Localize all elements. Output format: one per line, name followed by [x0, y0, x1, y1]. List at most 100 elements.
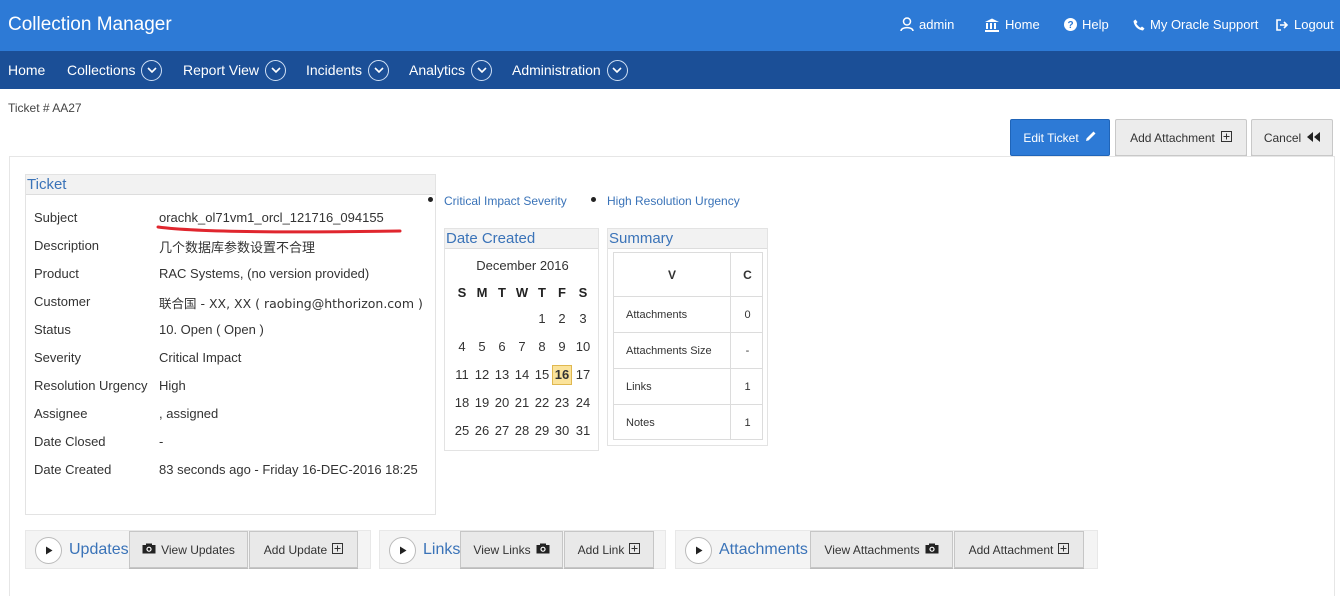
calendar-day[interactable]: 3	[573, 309, 593, 329]
add-link-label: Add Link	[577, 542, 625, 557]
camera-icon	[925, 543, 939, 557]
home-link[interactable]: Home	[984, 17, 1040, 32]
calendar-day[interactable]: 17	[573, 365, 593, 385]
plus-square-icon	[1220, 130, 1232, 145]
chevron-down-icon[interactable]	[368, 59, 390, 81]
calendar-day-today[interactable]: 16	[552, 365, 572, 385]
nav-analytics-label: Analytics	[409, 62, 466, 78]
calendar-day[interactable]: 18	[452, 393, 472, 413]
help-link[interactable]: ? Help	[1064, 17, 1109, 32]
view-links-button[interactable]: View Links	[460, 531, 563, 568]
calendar-day[interactable]: 26	[472, 421, 492, 441]
summary-title: Summary	[608, 229, 767, 249]
severity-label: Severity	[34, 350, 81, 365]
calendar-day[interactable]: 11	[452, 365, 472, 385]
calendar-day[interactable]: 23	[552, 393, 572, 413]
edit-ticket-label: Edit Ticket	[1023, 130, 1079, 145]
nav-analytics[interactable]: Analytics	[409, 51, 493, 89]
add-attachment-button[interactable]: Add Attachment	[1115, 119, 1247, 156]
links-section: Links View Links Add Link	[379, 530, 666, 569]
calendar-day[interactable]: 8	[532, 337, 552, 357]
calendar-day[interactable]: 15	[532, 365, 552, 385]
calendar-day[interactable]: 6	[492, 337, 512, 357]
links-title[interactable]: Links	[423, 541, 460, 559]
calendar-day[interactable]: 1	[532, 309, 552, 329]
calendar-weekday: S	[457, 285, 467, 300]
chevron-down-icon[interactable]	[141, 59, 163, 81]
view-updates-button[interactable]: View Updates	[129, 531, 248, 568]
nav-report-view-label: Report View	[183, 62, 260, 78]
play-icon	[399, 546, 406, 555]
phone-icon	[1133, 19, 1145, 31]
expand-links-button[interactable]	[389, 537, 416, 564]
nav-administration-label: Administration	[512, 62, 601, 78]
expand-updates-button[interactable]	[35, 537, 62, 564]
bullet	[591, 197, 596, 202]
expand-attachments-button[interactable]	[685, 537, 712, 564]
calendar-day[interactable]: 27	[492, 421, 512, 441]
support-link[interactable]: My Oracle Support	[1133, 17, 1258, 32]
nav-collections[interactable]: Collections	[67, 51, 163, 89]
calendar-day[interactable]: 20	[492, 393, 512, 413]
breadcrumb: Ticket # AA27	[8, 101, 82, 115]
view-attachments-button[interactable]: View Attachments	[810, 531, 953, 568]
svg-text:?: ?	[1067, 20, 1073, 31]
calendar-day[interactable]: 29	[532, 421, 552, 441]
play-icon	[45, 546, 52, 555]
calendar-weekday: W	[515, 285, 529, 300]
calendar-day[interactable]: 25	[452, 421, 472, 441]
calendar-day[interactable]: 4	[452, 337, 472, 357]
calendar-day[interactable]: 22	[532, 393, 552, 413]
add-update-button[interactable]: Add Update	[249, 531, 358, 568]
calendar-day[interactable]: 7	[512, 337, 532, 357]
nav-incidents[interactable]: Incidents	[306, 51, 390, 89]
app-title[interactable]: Collection Manager	[8, 14, 172, 36]
calendar-day[interactable]: 5	[472, 337, 492, 357]
calendar-day[interactable]: 13	[492, 365, 512, 385]
calendar-day[interactable]: 31	[573, 421, 593, 441]
add-attachment-section-button[interactable]: Add Attachment	[954, 531, 1084, 568]
help-link-label: Help	[1082, 17, 1109, 32]
attachments-title[interactable]: Attachments	[719, 541, 808, 559]
calendar-day[interactable]: 28	[512, 421, 532, 441]
calendar-day[interactable]: 14	[512, 365, 532, 385]
question-icon: ?	[1064, 18, 1077, 31]
updates-title[interactable]: Updates	[69, 541, 129, 559]
urgency-tag-link[interactable]: High Resolution Urgency	[607, 194, 740, 208]
cancel-button[interactable]: Cancel	[1251, 119, 1333, 156]
severity-tag-link[interactable]: Critical Impact Severity	[444, 194, 567, 208]
calendar-day[interactable]: 10	[573, 337, 593, 357]
calendar-day[interactable]: 24	[573, 393, 593, 413]
add-link-button[interactable]: Add Link	[564, 531, 654, 568]
add-attachment-label: Add Attachment	[1130, 130, 1215, 145]
calendar-day[interactable]: 30	[552, 421, 572, 441]
nav-administration[interactable]: Administration	[512, 51, 628, 89]
nav-report-view[interactable]: Report View	[183, 51, 287, 89]
plus-square-icon	[332, 542, 344, 557]
summary-col-v: V	[667, 267, 676, 282]
edit-ticket-button[interactable]: Edit Ticket	[1010, 119, 1110, 156]
camera-icon	[142, 543, 156, 557]
main-nav: Home Collections Report View Incidents A…	[0, 51, 1340, 89]
calendar-day[interactable]: 2	[552, 309, 572, 329]
chevron-down-icon[interactable]	[471, 59, 493, 81]
assignee-value: , assigned	[159, 406, 219, 421]
date-created-calendar: Date Created December 2016 SMTWTFS123456…	[444, 228, 599, 451]
date-created-value: 83 seconds ago - Friday 16-DEC-2016 18:2…	[159, 462, 418, 477]
summary-row-value: 1	[744, 380, 751, 393]
chevron-down-icon[interactable]	[606, 59, 628, 81]
logout-link[interactable]: Logout	[1276, 17, 1334, 32]
description-value: 几个数据库参数设置不合理	[159, 241, 316, 256]
subject-label: Subject	[34, 210, 78, 225]
date-closed-label: Date Closed	[34, 434, 106, 449]
calendar-day[interactable]: 21	[512, 393, 532, 413]
user-menu[interactable]: admin	[900, 17, 954, 32]
calendar-day[interactable]: 12	[472, 365, 492, 385]
chevron-down-icon[interactable]	[265, 59, 287, 81]
assignee-label: Assignee	[34, 406, 88, 421]
calendar-day[interactable]: 19	[472, 393, 492, 413]
logout-link-label: Logout	[1294, 17, 1334, 32]
nav-home[interactable]: Home	[8, 51, 45, 89]
add-attachment-section-label: Add Attachment	[968, 542, 1054, 557]
calendar-day[interactable]: 9	[552, 337, 572, 357]
